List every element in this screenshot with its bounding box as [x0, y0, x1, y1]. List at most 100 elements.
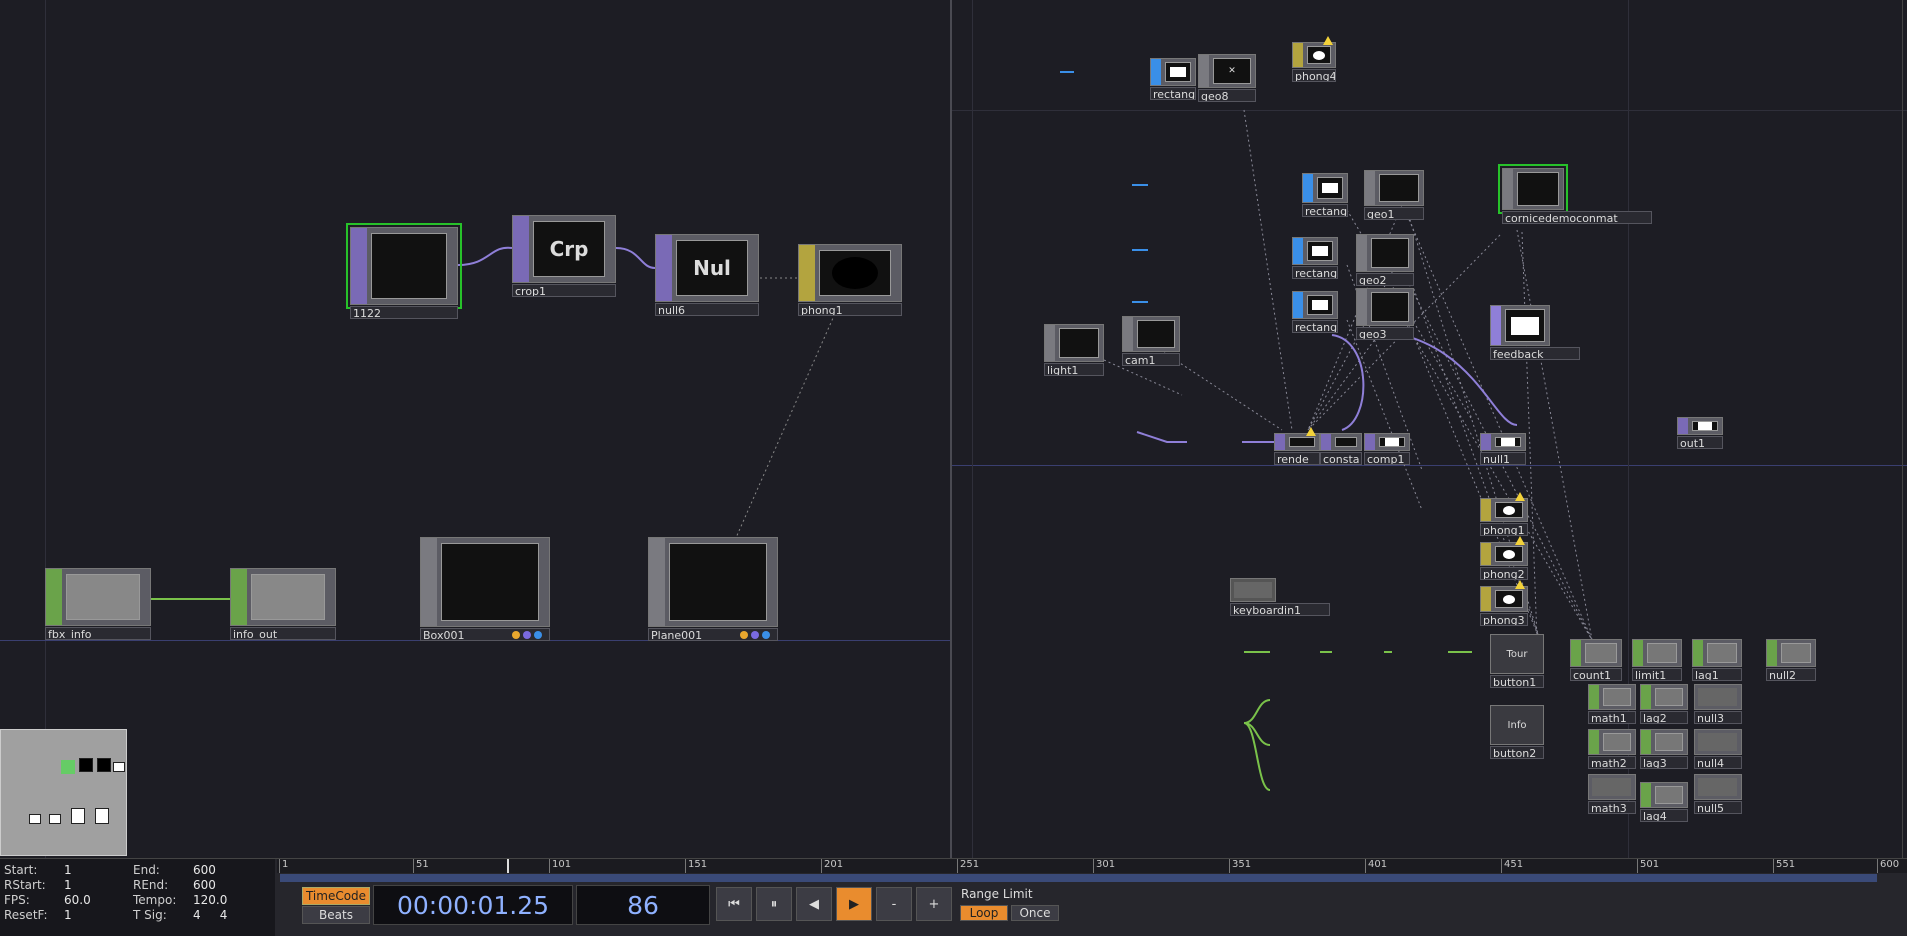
stat-resetf-value[interactable]: 1: [64, 908, 72, 922]
node-count1[interactable]: count1: [1570, 639, 1622, 681]
range-limit-label: Range Limit: [961, 887, 1033, 901]
node-math3[interactable]: math3: [1588, 774, 1636, 814]
node-preview: [1495, 546, 1523, 562]
node-info-out[interactable]: info_out: [230, 568, 336, 640]
node-phong2[interactable]: phong2: [1480, 536, 1528, 580]
node-button2[interactable]: Info button2: [1490, 705, 1544, 759]
node-label: geo8: [1198, 89, 1256, 102]
node-label: limit1: [1632, 668, 1682, 681]
node-phong1-right[interactable]: phong1: [1480, 492, 1528, 536]
node-label: null1: [1480, 452, 1526, 465]
node-phong1[interactable]: phong1: [798, 244, 902, 316]
node-button1[interactable]: Tour button1: [1490, 634, 1544, 688]
frame-ruler[interactable]: 1 51 101 151 201 251 301 351 401 451 501…: [277, 859, 1907, 873]
node-preview: [1603, 688, 1631, 706]
pause-icon[interactable]: ⏸: [756, 887, 792, 921]
stat-fps-value[interactable]: 60.0: [64, 893, 91, 907]
node-comp1[interactable]: comp1: [1364, 433, 1410, 465]
node-label: math1: [1588, 711, 1636, 724]
once-toggle[interactable]: Once: [1011, 905, 1059, 921]
node-phong3[interactable]: phong3: [1480, 580, 1528, 626]
stat-tsig-value[interactable]: 4 4: [193, 908, 227, 922]
node-preview: [1585, 643, 1617, 663]
frame-display[interactable]: 86: [576, 885, 710, 925]
node-lag4[interactable]: lag4: [1640, 782, 1688, 822]
node-rectang2[interactable]: rectang: [1292, 237, 1338, 279]
node-rectangle-top[interactable]: rectangle: [1150, 58, 1196, 100]
right-wires: [1060, 71, 1593, 791]
stat-tempo-value[interactable]: 120.0: [193, 893, 227, 907]
node-plane001[interactable]: Plane001: [648, 537, 778, 641]
node-render[interactable]: rende: [1274, 427, 1320, 465]
stat-start-value[interactable]: 1: [64, 863, 72, 877]
timecode-display[interactable]: 00:00:01.25: [373, 885, 573, 925]
node-null3[interactable]: null3: [1694, 684, 1742, 724]
node-null1[interactable]: null1: [1480, 433, 1526, 465]
node-label: cam1: [1122, 353, 1180, 366]
network-navigator[interactable]: [0, 729, 127, 856]
stat-end-key: End:: [133, 863, 160, 877]
node-cornicedemoconmat[interactable]: cornicedemoconmat: [1498, 164, 1652, 224]
node-lag3[interactable]: lag3: [1640, 729, 1688, 769]
decrement-button[interactable]: -: [876, 887, 912, 921]
stat-start-key: Start:: [4, 863, 38, 877]
node-cam1[interactable]: cam1: [1122, 316, 1180, 366]
node-constant[interactable]: consta: [1320, 433, 1362, 465]
increment-button[interactable]: +: [916, 887, 952, 921]
node-lag1[interactable]: lag1: [1692, 639, 1742, 681]
stat-rend-value[interactable]: 600: [193, 878, 216, 892]
node-label: geo3: [1356, 327, 1414, 340]
node-keyboardin1[interactable]: keyboardin1: [1230, 578, 1330, 616]
node-lag2[interactable]: lag2: [1640, 684, 1688, 724]
ruler-tick: 401: [1365, 859, 1387, 873]
left-network-pane[interactable]: 1122_ Crp crop1 Nul null6 phong1 fbx_inf…: [0, 0, 950, 858]
node-feedback[interactable]: feedback: [1490, 305, 1580, 360]
stat-rstart-value[interactable]: 1: [64, 878, 72, 892]
node-label: null2: [1766, 668, 1816, 681]
node-label: null4: [1694, 756, 1742, 769]
node-preview: [1289, 437, 1315, 447]
node-label: keyboardin1: [1230, 603, 1330, 616]
skip-back-icon[interactable]: ⏮: [716, 887, 752, 921]
node-preview: [1234, 582, 1272, 598]
node-phong4[interactable]: phong4: [1292, 36, 1336, 82]
node-label: phong4: [1292, 69, 1336, 82]
node-label: rectang: [1292, 266, 1338, 279]
node-null2[interactable]: null2: [1766, 639, 1816, 681]
node-geo1[interactable]: geo1: [1364, 170, 1424, 220]
node-null5[interactable]: null5: [1694, 774, 1742, 814]
node-preview: [1495, 590, 1523, 608]
playhead[interactable]: [507, 859, 509, 873]
node-rectang1[interactable]: rectang1: [1302, 173, 1348, 217]
node-box001[interactable]: Box001: [420, 537, 550, 641]
node-out1[interactable]: out1: [1677, 417, 1723, 449]
stat-resetf-key: ResetF:: [4, 908, 48, 922]
node-preview: [1592, 778, 1631, 796]
node-fbx-info[interactable]: fbx_info: [45, 568, 151, 640]
node-math2[interactable]: math2: [1588, 729, 1636, 769]
node-preview: [819, 250, 891, 296]
right-network-pane[interactable]: rectangle ✕ geo8 phong4 rectang1 geo1 re…: [952, 0, 1907, 858]
node-null4[interactable]: null4: [1694, 729, 1742, 769]
node-limit1[interactable]: limit1: [1632, 639, 1682, 681]
node-light1[interactable]: light1: [1044, 324, 1104, 376]
node-math1[interactable]: math1: [1588, 684, 1636, 724]
node-preview: [1495, 437, 1521, 447]
node-geo2[interactable]: geo2: [1356, 234, 1414, 286]
stat-end-value[interactable]: 600: [193, 863, 216, 877]
loop-toggle[interactable]: Loop: [960, 905, 1008, 921]
node-preview: [1698, 778, 1737, 796]
node-label: cornicedemoconmat: [1502, 211, 1652, 224]
node-crop1[interactable]: Crp crop1: [512, 215, 616, 297]
step-back-icon[interactable]: ◀: [796, 887, 832, 921]
node-geo8[interactable]: ✕ geo8: [1198, 54, 1256, 102]
node-label: phong3: [1480, 613, 1528, 626]
node-geo3[interactable]: geo3: [1356, 288, 1414, 340]
timecode-toggle[interactable]: TimeCode: [302, 887, 370, 905]
range-bar[interactable]: [280, 874, 1877, 882]
beats-toggle[interactable]: Beats: [302, 906, 370, 924]
play-icon[interactable]: ▶: [836, 887, 872, 921]
node-1122[interactable]: 1122_: [346, 223, 462, 319]
node-null6[interactable]: Nul null6: [655, 234, 759, 316]
node-rectang3[interactable]: rectang: [1292, 291, 1338, 333]
